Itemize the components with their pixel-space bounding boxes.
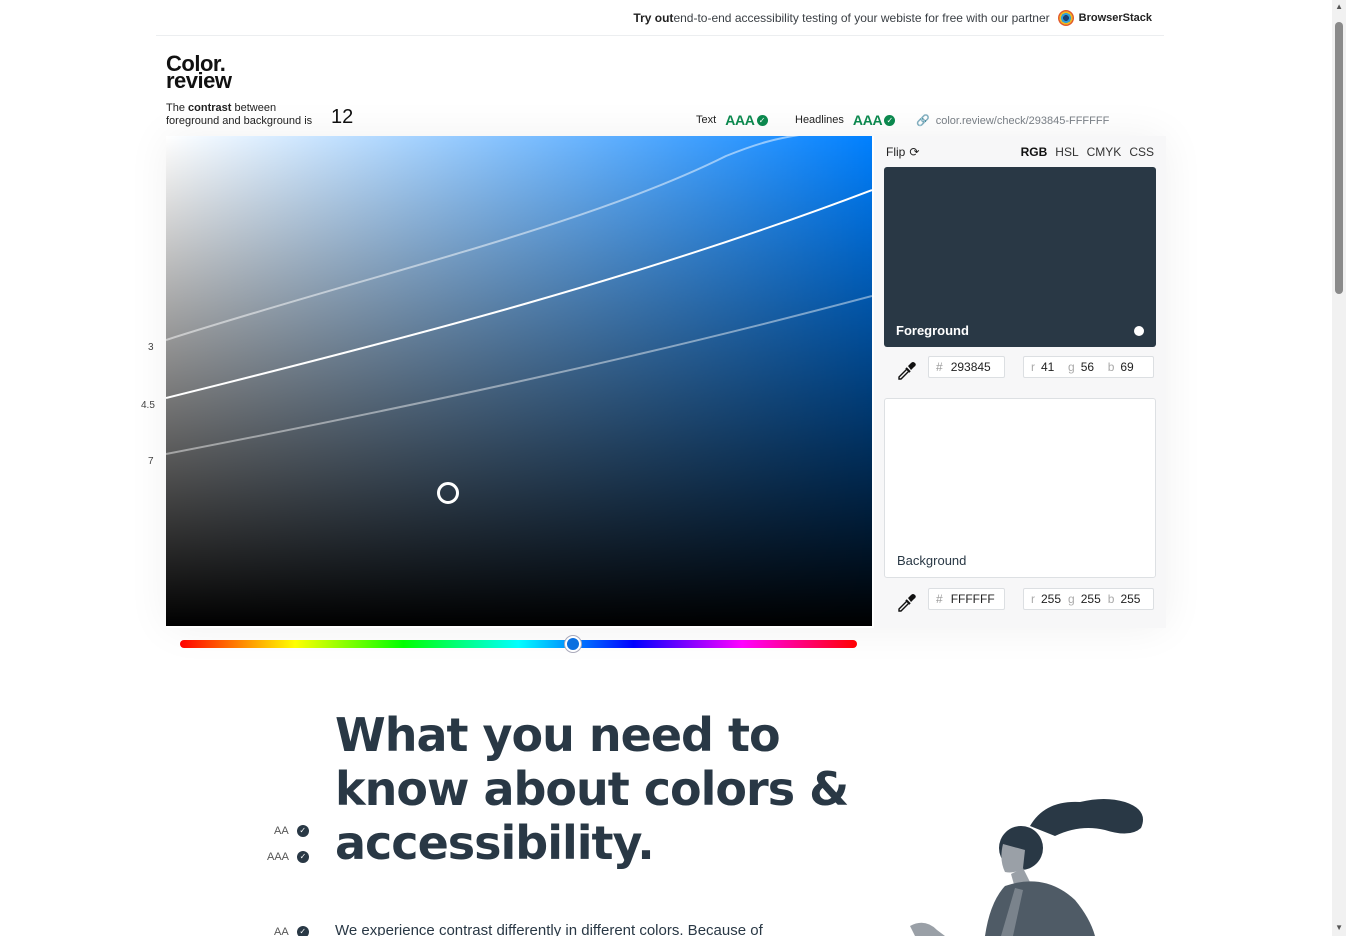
g-key: g	[1068, 592, 1075, 606]
tab-hsl[interactable]: HSL	[1055, 145, 1078, 159]
background-swatch[interactable]: Background	[884, 398, 1156, 578]
background-g[interactable]: 255	[1081, 592, 1101, 606]
foreground-rgb-input[interactable]: r 41 g 56 b 69	[1023, 356, 1154, 378]
background-b[interactable]: 255	[1120, 592, 1140, 606]
check-icon: ✓	[297, 851, 310, 863]
foreground-hex-input[interactable]: # 293845	[928, 356, 1005, 378]
hero-line-1: What you need to	[335, 708, 781, 762]
aa-badge: AA ✓	[274, 825, 309, 837]
selected-indicator-icon	[1134, 326, 1144, 336]
aa-badge: AA ✓	[274, 926, 309, 936]
text-grade: Text AAA ✓	[696, 112, 768, 128]
foreground-label: Foreground	[896, 323, 969, 338]
scroll-down-icon[interactable]: ▼	[1335, 923, 1343, 932]
r-key: r	[1031, 592, 1035, 606]
tab-cmyk[interactable]: CMYK	[1087, 145, 1122, 159]
share-link-text[interactable]: color.review/check/293845-FFFFFF	[936, 115, 1110, 127]
contrast-curves	[166, 136, 872, 455]
color-cursor[interactable]	[437, 482, 459, 504]
aa-label: AA	[274, 825, 289, 837]
contrast-ratio: 12	[331, 106, 354, 128]
hero-line-3: accessibility.	[335, 816, 655, 870]
aa-label: AA	[274, 926, 289, 936]
promo-text: end-to-end accessibility testing of your…	[673, 11, 1050, 25]
background-hex-input[interactable]: # FFFFFF	[928, 588, 1005, 610]
summary-bold: contrast	[188, 102, 232, 114]
browserstack-logo-icon	[1057, 10, 1074, 26]
background-rgb-input[interactable]: r 255 g 255 b 255	[1023, 588, 1154, 610]
summary-post: between	[231, 102, 277, 114]
scrollbar[interactable]: ▲ ▼	[1332, 0, 1346, 936]
foreground-inputs: # 293845 r 41 g 56 b 69	[884, 356, 1156, 380]
promo-prefix: Try out	[633, 11, 674, 25]
eyedropper-icon[interactable]	[896, 592, 916, 612]
check-icon: ✓	[296, 825, 309, 837]
hero-heading: What you need to know about colors & acc…	[335, 708, 895, 870]
foreground-g[interactable]: 56	[1081, 360, 1101, 374]
link-icon: 🔗	[916, 115, 930, 127]
check-icon: ✓	[884, 114, 896, 126]
text-grade-label: Text	[696, 114, 717, 126]
contrast-scale-label: 7	[148, 456, 154, 467]
hash-prefix: #	[936, 360, 943, 374]
background-label: Background	[897, 553, 967, 568]
headlines-grade: Headlines AAA ✓	[795, 112, 896, 128]
flip-button[interactable]: Flip ⟳	[886, 145, 919, 159]
summary-pre: The	[166, 102, 189, 114]
g-key: g	[1068, 360, 1075, 374]
contrast-summary: The contrast between foreground and back…	[166, 102, 312, 128]
partner-promo[interactable]: Try out end-to-end accessibility testing…	[633, 10, 1152, 26]
color-panel: Flip ⟳ RGB HSL CMYK CSS Foreground # 293…	[874, 136, 1166, 628]
logo-line-2: review	[166, 68, 232, 93]
foreground-hex-value: 293845	[950, 360, 991, 374]
hue-slider[interactable]	[180, 640, 857, 648]
check-icon: ✓	[756, 114, 768, 126]
text-grade-value: AAA	[725, 112, 755, 128]
aaa-label: AAA	[267, 851, 290, 863]
flip-label: Flip	[886, 145, 906, 159]
background-r[interactable]: 255	[1041, 592, 1061, 606]
summary-line-2: foreground and background is	[166, 115, 313, 127]
foreground-b[interactable]: 69	[1120, 360, 1140, 374]
contrast-scale-label: 3	[148, 342, 154, 353]
contrast-scale-label: 4.5	[141, 400, 155, 411]
foreground-r[interactable]: 41	[1041, 360, 1061, 374]
person-illustration	[910, 799, 1143, 936]
scrollbar-thumb[interactable]	[1335, 22, 1343, 294]
hue-slider-handle[interactable]	[565, 636, 581, 652]
background-inputs: # FFFFFF r 255 g 255 b 255	[884, 588, 1156, 612]
color-mode-tabs: RGB HSL CMYK CSS	[1013, 145, 1154, 159]
check-icon: ✓	[296, 926, 309, 936]
aaa-badge: AAA ✓	[267, 851, 310, 863]
tab-css[interactable]: CSS	[1129, 145, 1154, 159]
r-key: r	[1031, 360, 1035, 374]
b-key: b	[1107, 360, 1115, 374]
tab-rgb[interactable]: RGB	[1021, 145, 1048, 159]
partner-name[interactable]: BrowserStack	[1079, 12, 1152, 24]
intro-paragraph: We experience contrast differently in di…	[335, 922, 763, 936]
scroll-up-icon[interactable]: ▲	[1335, 2, 1343, 11]
foreground-swatch[interactable]: Foreground	[884, 167, 1156, 347]
saturation-value-area[interactable]	[166, 136, 872, 626]
top-banner: Try out end-to-end accessibility testing…	[156, 0, 1164, 36]
hero-line-2: know about colors &	[335, 762, 849, 816]
eyedropper-icon[interactable]	[896, 360, 916, 380]
background-hex-value: FFFFFF	[950, 592, 995, 606]
swap-icon: ⟳	[909, 145, 920, 159]
hash-prefix: #	[936, 592, 943, 606]
headlines-grade-label: Headlines	[795, 114, 844, 126]
b-key: b	[1107, 592, 1115, 606]
headlines-grade-value: AAA	[852, 112, 883, 128]
share-link[interactable]: 🔗 color.review/check/293845-FFFFFF	[916, 114, 1110, 128]
site-logo[interactable]: Color. review	[166, 53, 232, 93]
